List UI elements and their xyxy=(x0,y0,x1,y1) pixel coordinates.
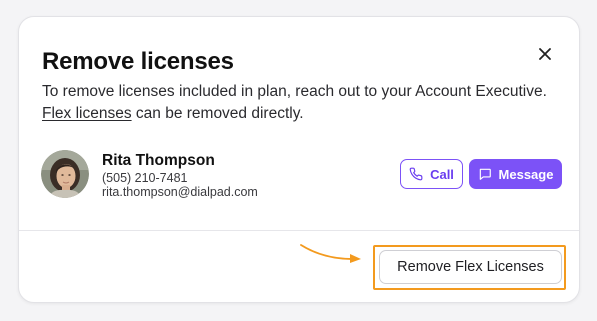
chat-bubble-icon xyxy=(479,168,491,180)
message-label: Message xyxy=(498,166,554,182)
dialog-description: To remove licenses included in plan, rea… xyxy=(42,81,572,125)
avatar xyxy=(41,150,89,198)
description-suffix: can be removed directly. xyxy=(131,105,304,122)
footer-divider xyxy=(19,230,579,231)
remove-licenses-dialog: Remove licenses To remove licenses inclu… xyxy=(18,16,580,303)
contact-phone: (505) 210-7481 xyxy=(102,171,188,185)
call-button[interactable]: Call xyxy=(400,159,463,189)
phone-icon xyxy=(409,167,423,181)
description-prefix: To remove licenses included in plan, rea… xyxy=(42,83,547,100)
call-label: Call xyxy=(430,166,454,182)
contact-name: Rita Thompson xyxy=(102,152,215,169)
close-icon xyxy=(539,48,551,60)
flex-licenses-link[interactable]: Flex licenses xyxy=(42,105,132,122)
remove-flex-licenses-button[interactable]: Remove Flex Licenses xyxy=(379,250,562,284)
close-button[interactable] xyxy=(534,43,556,65)
pointer-arrow-icon xyxy=(300,244,361,263)
avatar-photo xyxy=(41,150,89,198)
message-button[interactable]: Message xyxy=(469,159,562,189)
contact-email: rita.thompson@dialpad.com xyxy=(102,185,258,199)
dialog-title: Remove licenses xyxy=(42,48,234,75)
